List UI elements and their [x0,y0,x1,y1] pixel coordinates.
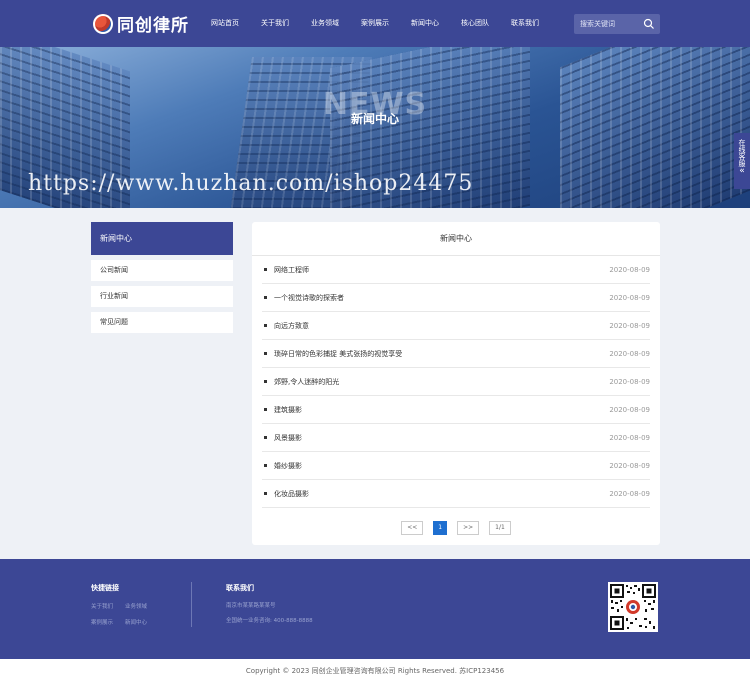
news-date: 2020-08-09 [609,433,650,442]
next-page-button[interactable]: >> [457,521,480,535]
search-icon[interactable] [643,18,655,30]
list-item[interactable]: 化妆品摄影 2020-08-09 [262,480,650,508]
quick-links-title: 快捷链接 [91,584,119,592]
nav-news[interactable]: 新闻中心 [400,0,450,47]
news-title[interactable]: 网络工程师 [274,265,609,275]
news-title[interactable]: 化妆品摄影 [274,489,609,499]
bullet-icon [264,408,267,411]
list-item[interactable]: 婚纱摄影 2020-08-09 [262,452,650,480]
search-box [574,14,660,34]
nav-cases[interactable]: 案例展示 [350,0,400,47]
logo-text: 同创律所 [117,16,189,36]
footer-link-about[interactable]: 关于我们 [91,602,113,610]
footer-link-cases[interactable]: 案例展示 [91,618,113,626]
logo-emblem-icon [93,13,113,34]
news-date: 2020-08-09 [609,293,650,302]
news-date: 2020-08-09 [609,321,650,330]
footer-link-news[interactable]: 新闻中心 [125,618,147,626]
nav-about[interactable]: 关于我们 [250,0,300,47]
main-nav: 网站首页 关于我们 业务领域 案例展示 新闻中心 核心团队 联系我们 [200,0,550,47]
page-count: 1/1 [489,521,511,535]
list-item[interactable]: 向远方致意 2020-08-09 [262,312,650,340]
page-1-button[interactable]: 1 [433,521,448,535]
news-title[interactable]: 向远方致意 [274,321,609,331]
footer-divider [191,582,192,627]
news-title[interactable]: 郊野,令人迷醉的阳光 [274,377,609,387]
news-date: 2020-08-09 [609,489,650,498]
sidebar-title: 新闻中心 [91,222,233,255]
news-date: 2020-08-09 [609,405,650,414]
bullet-icon [264,380,267,383]
contact-phone: 全国统一业务咨询: 400-888-8888 [226,618,313,624]
sidebar: 新闻中心 公司新闻 行业新闻 常见问题 [91,222,233,333]
list-item[interactable]: 建筑摄影 2020-08-09 [262,396,650,424]
list-item[interactable]: 琐碎日常的色彩捕捉 美式张扬的视觉享受 2020-08-09 [262,340,650,368]
contact-title: 联系我们 [226,584,254,592]
news-date: 2020-08-09 [609,461,650,470]
pagination: << 1 >> 1/1 [252,521,660,535]
bullet-icon [264,436,267,439]
online-service-label: 在线客服 [738,139,746,167]
contact-address: 南京市某某路某某号 [226,603,276,609]
news-title[interactable]: 一个视觉诗歌的探索者 [274,293,609,303]
list-item[interactable]: 风景摄影 2020-08-09 [262,424,650,452]
collapse-arrow-icon: « [739,166,745,176]
nav-contact[interactable]: 联系我们 [500,0,550,47]
news-title[interactable]: 婚纱摄影 [274,461,609,471]
list-item[interactable]: 郊野,令人迷醉的阳光 2020-08-09 [262,368,650,396]
sidebar-item-faq[interactable]: 常见问题 [91,312,233,333]
news-title[interactable]: 琐碎日常的色彩捕捉 美式张扬的视觉享受 [274,349,609,359]
site-footer: 快捷链接 关于我们 业务领域 案例展示 新闻中心 联系我们 南京市某某路某某号 … [0,559,750,659]
banner-title: 新闻中心 [350,112,399,126]
bullet-icon [264,352,267,355]
search-input[interactable] [574,14,648,34]
sidebar-item-company-news[interactable]: 公司新闻 [91,260,233,281]
building-image [560,47,750,208]
bullet-icon [264,268,267,271]
news-list: 网络工程师 2020-08-09 一个视觉诗歌的探索者 2020-08-09 向远方… [262,256,650,508]
news-date: 2020-08-09 [609,265,650,274]
nav-home[interactable]: 网站首页 [200,0,250,47]
news-title[interactable]: 风景摄影 [274,433,609,443]
news-date: 2020-08-09 [609,377,650,386]
news-date: 2020-08-09 [609,349,650,358]
page-banner: NEWS 新闻中心 https://www.huzhan.com/ishop24… [0,47,750,208]
bullet-icon [264,492,267,495]
bullet-icon [264,324,267,327]
copyright-bar: Copyright © 2023 同创企业管理咨询有限公司 Rights Res… [0,659,750,684]
nav-business[interactable]: 业务领域 [300,0,350,47]
bullet-icon [264,296,267,299]
nav-team[interactable]: 核心团队 [450,0,500,47]
footer-link-business[interactable]: 业务领域 [125,602,147,610]
sidebar-item-industry-news[interactable]: 行业新闻 [91,286,233,307]
prev-page-button[interactable]: << [401,521,424,535]
list-item[interactable]: 网络工程师 2020-08-09 [262,256,650,284]
list-item[interactable]: 一个视觉诗歌的探索者 2020-08-09 [262,284,650,312]
panel-title: 新闻中心 [252,222,660,256]
news-title[interactable]: 建筑摄影 [274,405,609,415]
bullet-icon [264,464,267,467]
qr-code-icon [608,582,658,632]
site-header: 同创律所 网站首页 关于我们 业务领域 案例展示 新闻中心 核心团队 联系我们 [0,0,750,47]
news-panel: 新闻中心 网络工程师 2020-08-09 一个视觉诗歌的探索者 2020-08-0… [252,222,660,545]
online-service-button[interactable]: 在线客服 « [734,133,750,189]
logo[interactable]: 同创律所 [93,11,189,36]
watermark-text: https://www.huzhan.com/ishop24475 [28,171,474,196]
